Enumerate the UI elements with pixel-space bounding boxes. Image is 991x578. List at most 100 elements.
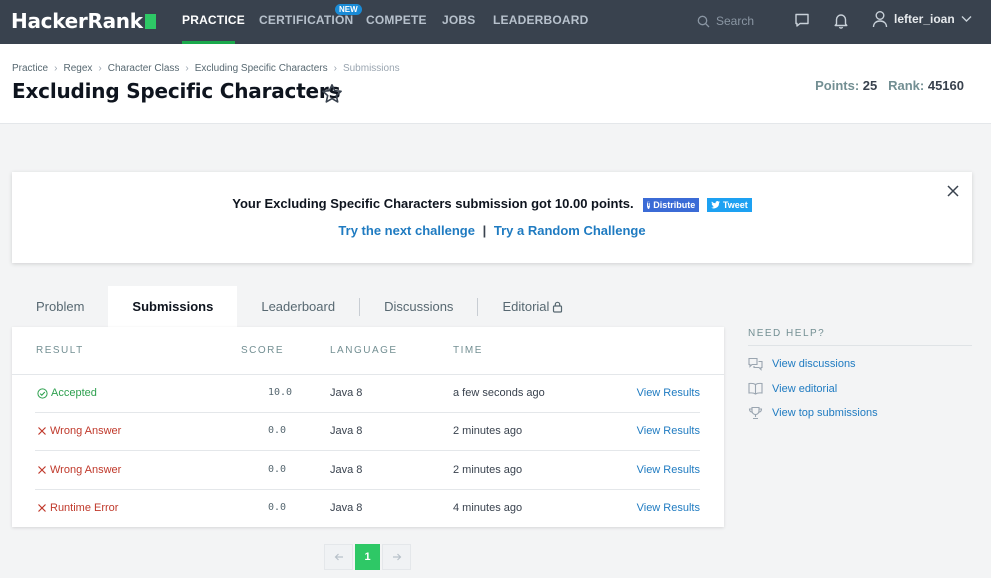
time-value: 2 minutes ago xyxy=(453,464,523,476)
col-result: RESULT xyxy=(36,345,84,356)
col-time: TIME xyxy=(453,345,483,356)
chevron-right-icon: › xyxy=(333,63,337,74)
chevron-right-icon: › xyxy=(54,63,58,74)
tab-discussions[interactable]: Discussions xyxy=(360,286,477,327)
banner-message-line: Your Excluding Specific Characters submi… xyxy=(12,196,972,212)
discussions-icon xyxy=(748,357,763,371)
points-label: Points: xyxy=(815,78,860,93)
table-row: Accepted 10.0 Java 8 a few seconds ago V… xyxy=(35,375,700,413)
book-icon xyxy=(748,382,763,395)
banner-links: Try the next challenge | Try a Random Ch… xyxy=(12,223,972,238)
next-page-button[interactable] xyxy=(382,544,411,570)
time-value: 2 minutes ago xyxy=(453,425,523,437)
facebook-share-button[interactable]: f Distribute xyxy=(643,197,700,212)
nav-certification[interactable]: CERTIFICATION xyxy=(259,13,353,27)
username: lefter_ioan xyxy=(894,12,955,26)
col-language: LANGUAGE xyxy=(330,345,398,356)
messages-icon[interactable] xyxy=(794,12,810,28)
nav-leaderboard[interactable]: LEADERBOARD xyxy=(493,13,589,27)
notifications-icon[interactable] xyxy=(833,12,849,29)
lock-icon xyxy=(553,301,563,313)
view-top-submissions-label: View top submissions xyxy=(772,407,878,419)
view-results-link[interactable]: View Results xyxy=(637,425,700,437)
table-header: RESULT SCORE LANGUAGE TIME xyxy=(12,327,724,375)
score-value: 0.0 xyxy=(268,502,287,513)
next-challenge-link[interactable]: Try the next challenge xyxy=(338,223,475,238)
page-1-button[interactable]: 1 xyxy=(355,544,380,570)
time-value: 4 minutes ago xyxy=(453,502,523,514)
view-discussions-link[interactable]: View discussions xyxy=(748,357,972,371)
table-row: Wrong Answer 0.0 Java 8 2 minutes ago Vi… xyxy=(35,413,700,451)
user-stats: Points: 25 Rank: 45160 xyxy=(815,78,964,93)
view-results-link[interactable]: View Results xyxy=(637,387,700,399)
submission-result-banner: Your Excluding Specific Characters submi… xyxy=(12,172,972,263)
user-menu[interactable]: lefter_ioan xyxy=(872,10,972,28)
logo-mark xyxy=(144,13,156,29)
rank-value: 45160 xyxy=(927,78,964,93)
challenge-tabs: Problem Submissions Leaderboard Discussi… xyxy=(12,286,587,327)
result-wrong-answer: Wrong Answer xyxy=(37,464,121,476)
time-value: a few seconds ago xyxy=(453,387,545,399)
tab-leaderboard[interactable]: Leaderboard xyxy=(237,286,359,327)
top-nav: HackerRank PRACTICE CERTIFICATION NEW CO… xyxy=(0,0,991,44)
table-row: Runtime Error 0.0 Java 8 4 minutes ago V… xyxy=(35,490,700,528)
tab-editorial[interactable]: Editorial xyxy=(478,286,587,327)
trophy-icon xyxy=(748,406,763,420)
banner-message: Your Excluding Specific Characters submi… xyxy=(232,196,634,211)
star-icon[interactable] xyxy=(321,83,343,104)
x-icon xyxy=(38,504,46,512)
view-editorial-label: View editorial xyxy=(772,382,838,395)
score-value: 10.0 xyxy=(268,387,293,398)
nav-jobs[interactable]: JOBS xyxy=(442,13,475,27)
arrow-left-icon xyxy=(334,553,343,561)
chevron-down-icon xyxy=(961,16,972,22)
user-icon xyxy=(872,11,888,28)
nav-compete[interactable]: COMPETE xyxy=(366,13,427,27)
view-editorial-link[interactable]: View editorial xyxy=(748,382,972,395)
result-label: Wrong Answer xyxy=(50,425,122,437)
col-score: SCORE xyxy=(241,345,285,356)
tab-problem[interactable]: Problem xyxy=(12,286,108,327)
previous-page-button[interactable] xyxy=(324,544,353,570)
arrow-right-icon xyxy=(392,553,401,561)
points-value: 25 xyxy=(862,78,878,93)
search-box[interactable]: Search xyxy=(697,11,782,31)
tweet-label: Tweet xyxy=(722,199,748,210)
breadcrumb-regex[interactable]: Regex xyxy=(63,63,92,74)
chevron-right-icon: › xyxy=(185,63,189,74)
close-icon[interactable] xyxy=(946,184,960,198)
page-title: Excluding Specific Characters xyxy=(12,79,341,103)
view-results-link[interactable]: View Results xyxy=(637,502,700,514)
hackerrank-logo[interactable]: HackerRank xyxy=(11,9,156,33)
result-label: Runtime Error xyxy=(50,502,119,514)
tab-submissions[interactable]: Submissions xyxy=(108,286,238,327)
language-value: Java 8 xyxy=(330,387,363,399)
language-value: Java 8 xyxy=(330,464,363,476)
result-accepted: Accepted xyxy=(37,387,97,399)
table-row: Wrong Answer 0.0 Java 8 2 minutes ago Vi… xyxy=(35,452,700,490)
banner-link-separator: | xyxy=(482,223,487,238)
rank-label: Rank: xyxy=(888,78,925,93)
view-top-submissions-link[interactable]: View top submissions xyxy=(748,406,972,420)
facebook-share-label: Distribute xyxy=(653,199,696,210)
result-runtime-error: Runtime Error xyxy=(37,502,118,514)
breadcrumb-practice[interactable]: Practice xyxy=(12,63,48,74)
result-wrong-answer: Wrong Answer xyxy=(37,425,121,437)
nav-practice[interactable]: PRACTICE xyxy=(182,13,245,27)
breadcrumb: Practice › Regex › Character Class › Exc… xyxy=(12,63,400,74)
breadcrumb-challenge[interactable]: Excluding Specific Characters xyxy=(195,63,328,74)
random-challenge-link[interactable]: Try a Random Challenge xyxy=(494,223,646,238)
check-circle-icon xyxy=(37,387,48,399)
x-icon xyxy=(38,427,46,435)
new-badge: NEW xyxy=(335,4,362,15)
search-icon xyxy=(697,15,710,27)
submissions-card: RESULT SCORE LANGUAGE TIME Accepted 10.0… xyxy=(12,327,724,527)
score-value: 0.0 xyxy=(268,425,287,436)
view-discussions-label: View discussions xyxy=(772,358,856,370)
search-placeholder: Search xyxy=(716,14,755,28)
view-results-link[interactable]: View Results xyxy=(637,464,700,476)
tweet-button[interactable]: Tweet xyxy=(706,197,752,212)
breadcrumb-character-class[interactable]: Character Class xyxy=(108,63,180,74)
pagination: 1 xyxy=(324,544,411,570)
score-value: 0.0 xyxy=(268,464,287,475)
